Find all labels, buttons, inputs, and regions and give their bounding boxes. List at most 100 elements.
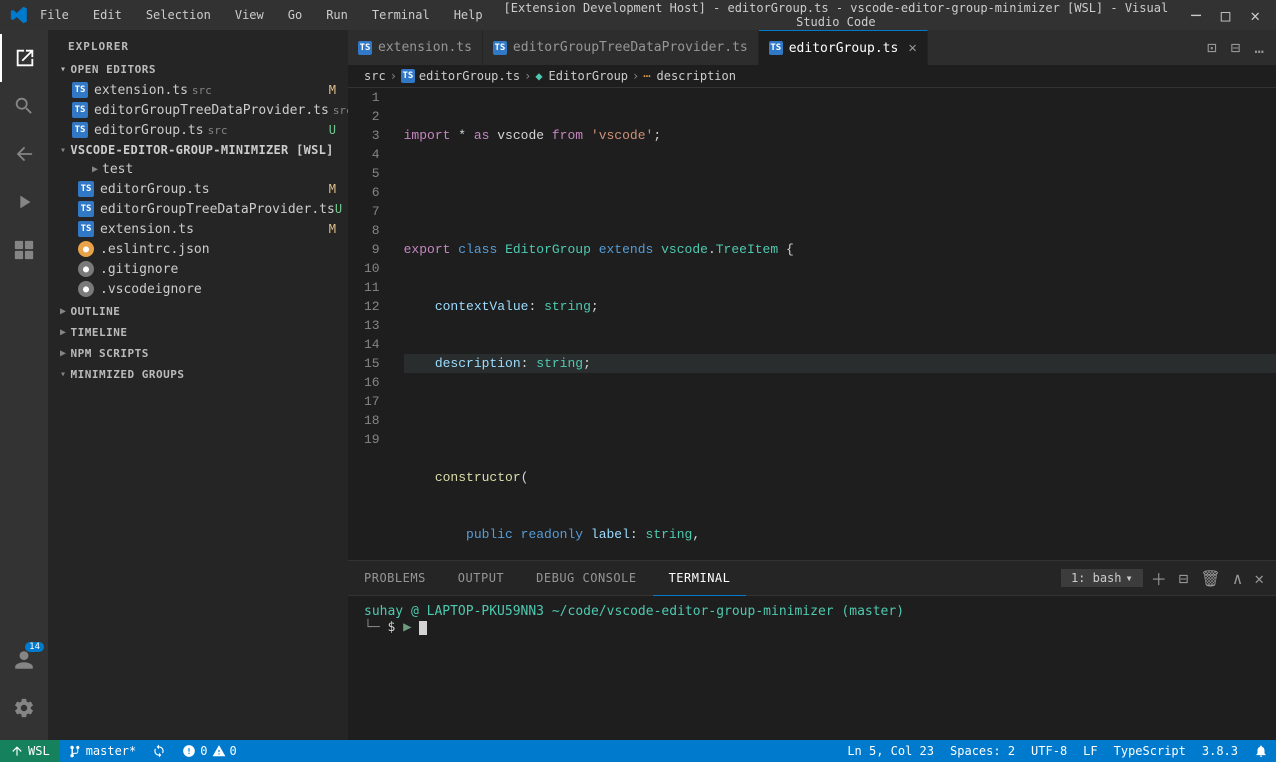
terminal-content[interactable]: suhay @ LAPTOP-PKU59NN3 ~/code/vscode-ed…: [348, 596, 1276, 740]
output-tab[interactable]: Output: [442, 561, 520, 596]
menu-edit[interactable]: Edit: [89, 6, 126, 24]
delete-terminal-button[interactable]: 🗑: [1196, 567, 1224, 590]
tab-close-button[interactable]: ✕: [908, 40, 916, 56]
code-line-7: constructor(: [404, 468, 1276, 487]
run-activity-icon[interactable]: [0, 178, 48, 226]
line-num-6: 6: [364, 183, 380, 202]
sidebar: Explorer ▾ Open Editors TS extension.ts …: [48, 30, 348, 740]
ts-version-status[interactable]: 3.8.3: [1194, 740, 1246, 762]
code-editor[interactable]: 1 2 3 4 5 6 7 8 9 10 11 12 13 14 15 16 1…: [348, 88, 1276, 560]
file-editorGroup-ts[interactable]: TS editorGroup.ts M: [48, 179, 348, 199]
line-num-18: 18: [364, 411, 380, 430]
file-extension-ts[interactable]: TS extension.ts M: [48, 219, 348, 239]
open-editor-provider-ts[interactable]: TS editorGroupTreeDataProvider.ts src U: [48, 100, 348, 120]
toggle-panel-button[interactable]: ⊟: [1227, 36, 1245, 59]
menu-go[interactable]: Go: [284, 6, 306, 24]
tab-group-ts[interactable]: TS editorGroup.ts ✕: [759, 30, 928, 65]
encoding-status[interactable]: UTF-8: [1023, 740, 1075, 762]
tab-ts-icon: TS: [769, 41, 783, 55]
branch-icon: [68, 744, 82, 758]
npm-scripts-section[interactable]: ▶ NPM Scripts: [48, 341, 348, 362]
breadcrumb-class[interactable]: EditorGroup: [549, 69, 628, 83]
errors-status[interactable]: 0 0: [174, 740, 244, 762]
status-bar-right: Ln 5, Col 23 Spaces: 2 UTF-8 LF TypeScri…: [839, 740, 1276, 762]
outline-section[interactable]: ▶ Outline: [48, 299, 348, 320]
debug-console-tab[interactable]: Debug Console: [520, 561, 652, 596]
file-editorGroupProvider-ts[interactable]: TS editorGroupTreeDataProvider.ts U: [48, 199, 348, 219]
file-name: .vscodeignore: [100, 282, 202, 297]
more-actions-button[interactable]: …: [1250, 36, 1268, 59]
breadcrumb-symbol[interactable]: description: [657, 69, 736, 83]
language-status[interactable]: TypeScript: [1106, 740, 1194, 762]
code-content[interactable]: import * as vscode from 'vscode'; export…: [396, 88, 1276, 560]
git-branch-status[interactable]: master*: [60, 740, 145, 762]
cursor-position-label: Ln 5, Col 23: [847, 744, 934, 758]
error-count: 0: [200, 744, 207, 758]
line-ending-status[interactable]: LF: [1075, 740, 1105, 762]
split-editor-button[interactable]: ⊡: [1203, 36, 1221, 59]
extensions-activity-icon[interactable]: [0, 226, 48, 274]
vscode-logo-icon: [10, 6, 28, 24]
tab-extension-ts[interactable]: TS extension.ts: [348, 30, 483, 65]
cursor-position-status[interactable]: Ln 5, Col 23: [839, 740, 942, 762]
file-src-label: src: [192, 84, 212, 97]
minimized-groups-section[interactable]: ▾ Minimized Groups: [48, 362, 348, 383]
sync-status[interactable]: [144, 740, 174, 762]
open-editor-extension-ts[interactable]: TS extension.ts src M: [48, 80, 348, 100]
menu-selection[interactable]: Selection: [142, 6, 215, 24]
breadcrumb: src › TS editorGroup.ts › ◆ EditorGroup …: [348, 65, 1276, 88]
panel-actions: 1: bash ▾ ＋ ⊟ 🗑 ∧ ✕: [1053, 564, 1276, 592]
file-gitignore[interactable]: ● .gitignore: [48, 259, 348, 279]
workspace-section[interactable]: ▾ VSCODE-EDITOR-GROUP-MINIMIZER [WSL]: [48, 140, 348, 160]
account-activity-icon[interactable]: 14: [0, 636, 48, 684]
settings-activity-icon[interactable]: [0, 684, 48, 732]
npm-arrow: ▶: [60, 348, 67, 359]
titlebar-menu: File Edit Selection View Go Run Terminal…: [36, 6, 487, 24]
file-badge: M: [329, 222, 348, 236]
terminal-tab[interactable]: Terminal: [653, 561, 747, 596]
menu-run[interactable]: Run: [322, 6, 352, 24]
line-num-7: 7: [364, 202, 380, 221]
file-vscodeignore[interactable]: ● .vscodeignore: [48, 279, 348, 299]
menu-view[interactable]: View: [231, 6, 268, 24]
search-activity-icon[interactable]: [0, 82, 48, 130]
vscodeignore-icon: ●: [78, 281, 94, 297]
menu-file[interactable]: File: [36, 6, 73, 24]
new-terminal-button[interactable]: ＋: [1147, 564, 1171, 592]
remote-label: WSL: [28, 744, 50, 758]
notifications-status[interactable]: [1246, 740, 1276, 762]
maximize-button[interactable]: □: [1215, 4, 1237, 27]
close-button[interactable]: ✕: [1244, 4, 1266, 27]
open-editor-group-ts[interactable]: TS editorGroup.ts src U: [48, 120, 348, 140]
titlebar-left: File Edit Selection View Go Run Terminal…: [10, 6, 487, 24]
timeline-section[interactable]: ▶ Timeline: [48, 320, 348, 341]
breadcrumb-file[interactable]: editorGroup.ts: [419, 69, 520, 83]
panel-close-button[interactable]: ✕: [1250, 567, 1268, 590]
file-name: editorGroup.ts: [94, 123, 204, 138]
spaces-status[interactable]: Spaces: 2: [942, 740, 1023, 762]
explorer-activity-icon[interactable]: [0, 34, 48, 82]
folder-test[interactable]: ▶ test: [48, 160, 348, 179]
split-terminal-button[interactable]: ⊟: [1175, 567, 1193, 590]
open-editors-header[interactable]: ▾ Open Editors: [48, 59, 348, 80]
file-eslintrc[interactable]: ● .eslintrc.json: [48, 239, 348, 259]
line-num-1: 1: [364, 88, 380, 107]
bell-icon: [1254, 744, 1268, 758]
file-name: .eslintrc.json: [100, 242, 210, 257]
panel-maximize-button[interactable]: ∧: [1229, 567, 1247, 590]
line-num-16: 16: [364, 373, 380, 392]
remote-status[interactable]: WSL: [0, 740, 60, 762]
problems-tab[interactable]: Problems: [348, 561, 442, 596]
menu-terminal[interactable]: Terminal: [368, 6, 434, 24]
line-num-2: 2: [364, 107, 380, 126]
menu-help[interactable]: Help: [450, 6, 487, 24]
tab-provider-ts[interactable]: TS editorGroupTreeDataProvider.ts: [483, 30, 759, 65]
source-control-activity-icon[interactable]: [0, 130, 48, 178]
breadcrumb-src[interactable]: src: [364, 69, 386, 83]
tab-label: editorGroup.ts: [789, 41, 899, 56]
file-badge: U: [335, 202, 348, 216]
breadcrumb-sep1: ›: [390, 69, 397, 83]
terminal-selector[interactable]: 1: bash ▾: [1061, 569, 1143, 587]
line-num-15: 15: [364, 354, 380, 373]
minimize-button[interactable]: ─: [1185, 4, 1207, 27]
